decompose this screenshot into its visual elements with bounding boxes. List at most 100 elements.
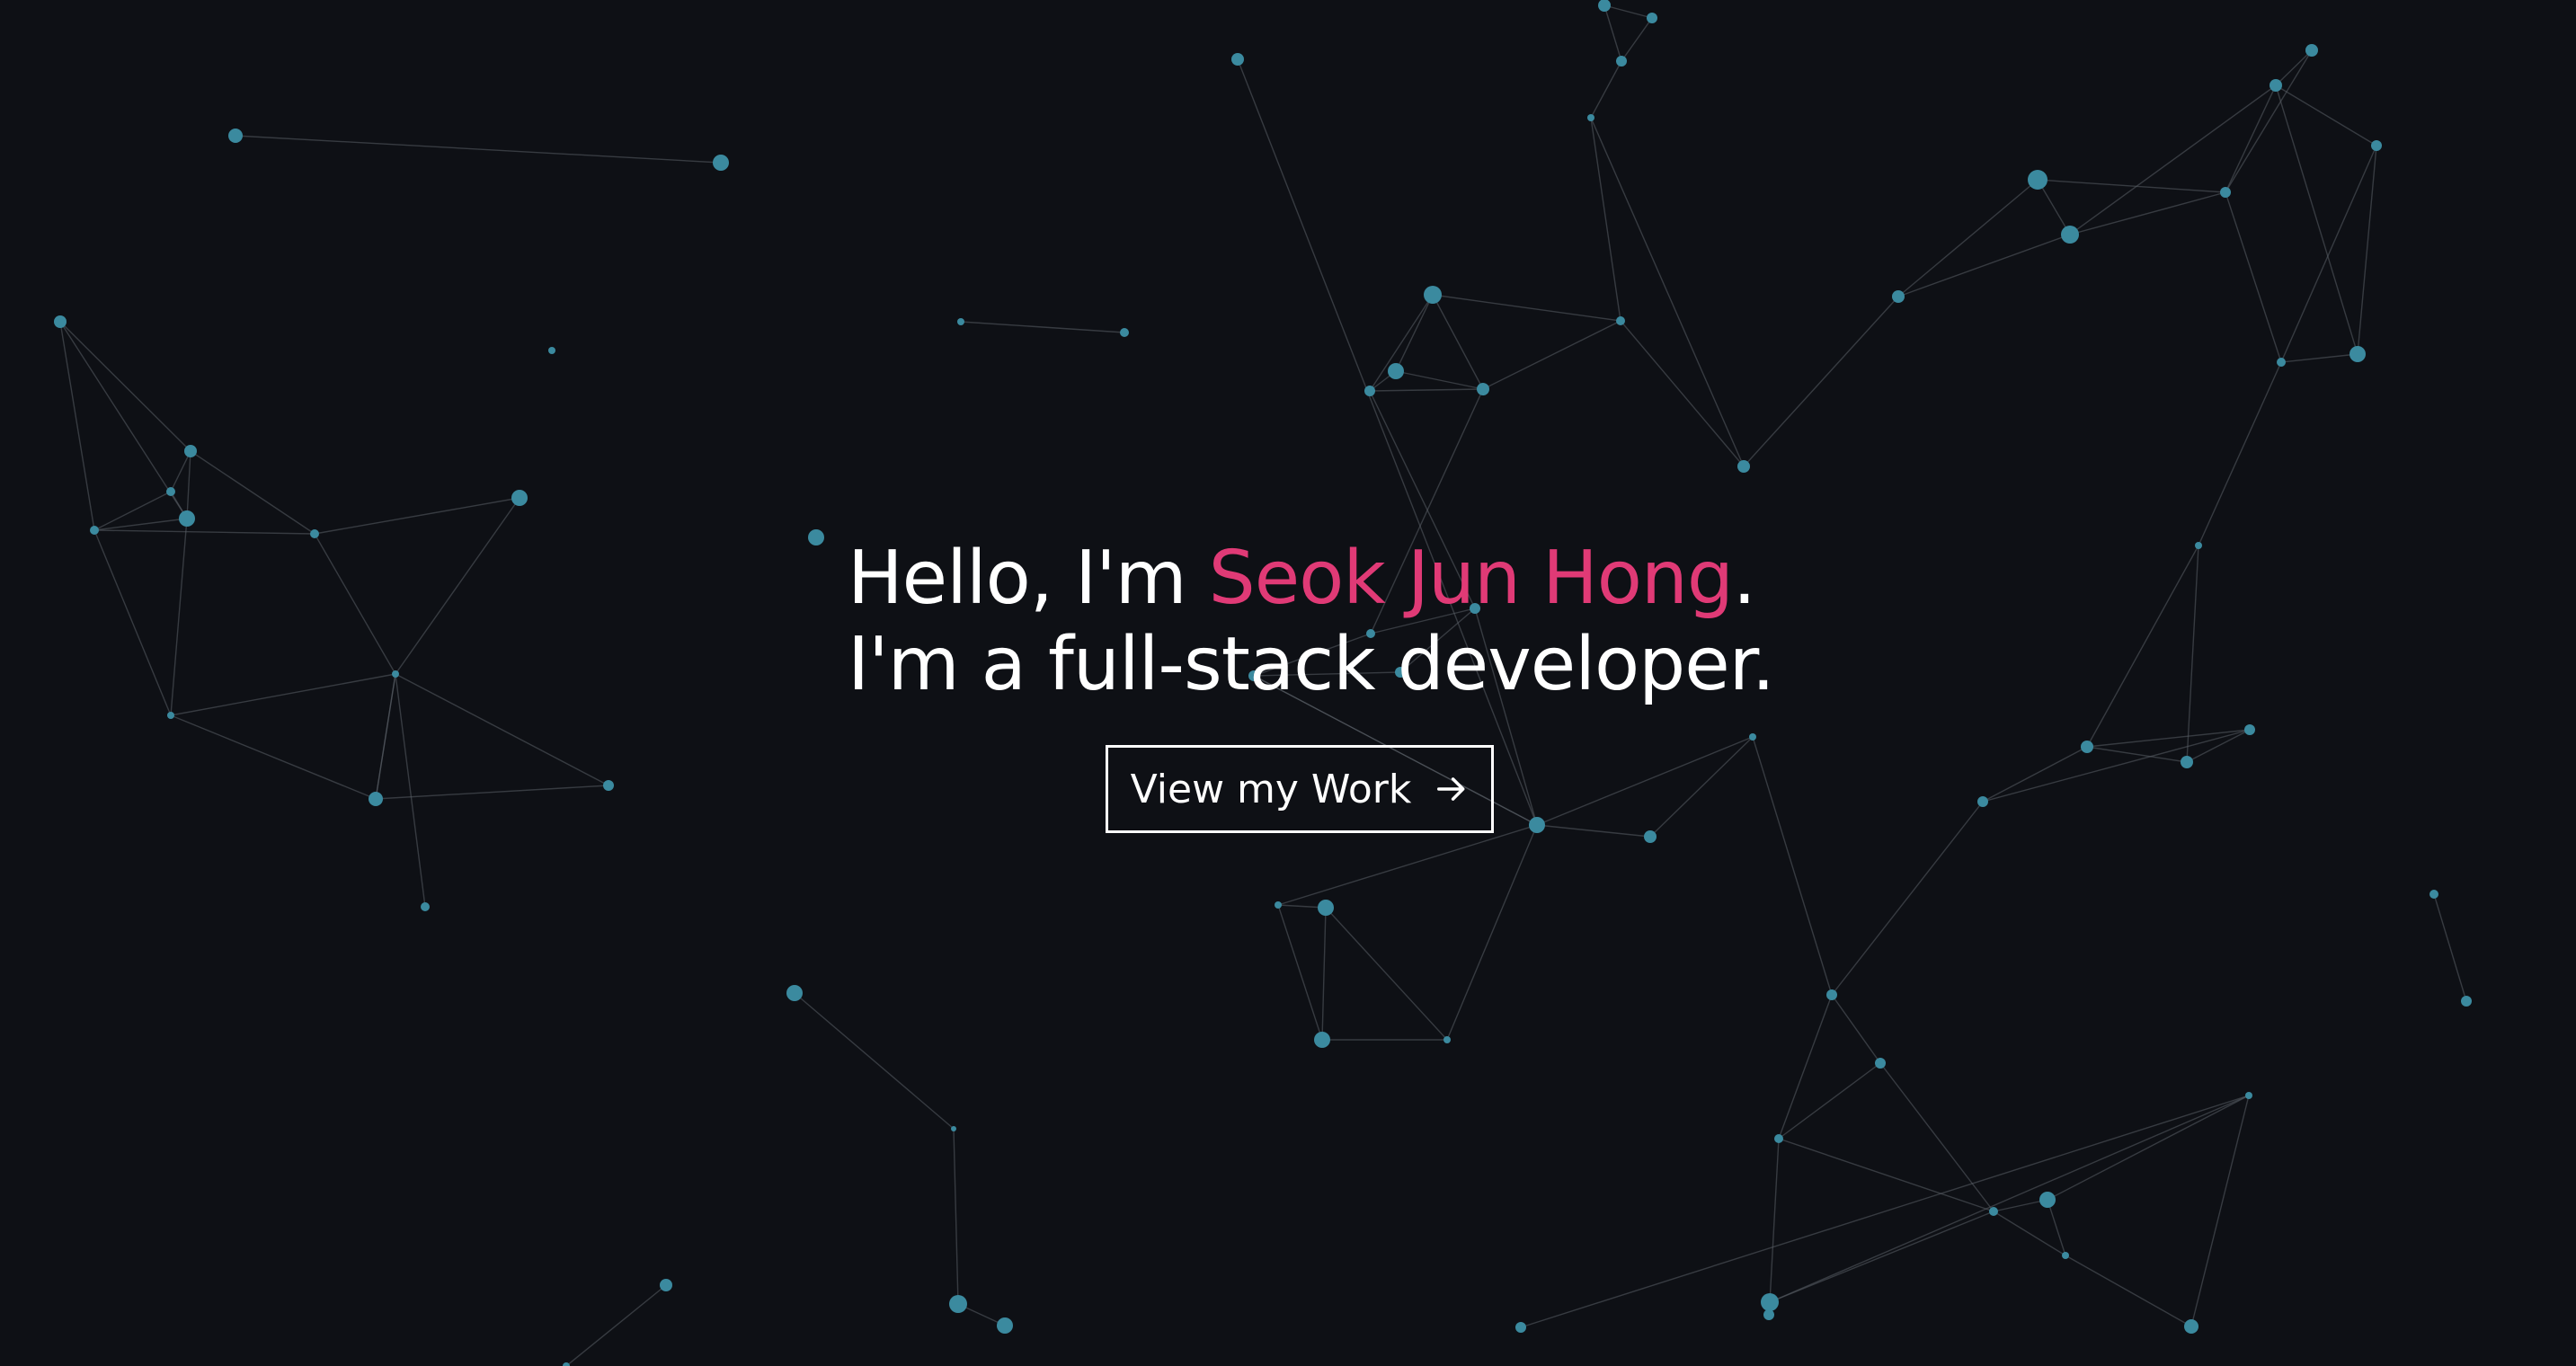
arrow-right-icon: [1437, 777, 1465, 801]
network-node: [1647, 13, 1657, 23]
network-link: [1482, 320, 1621, 390]
network-link: [93, 518, 188, 531]
network-node: [808, 529, 824, 546]
network-link: [2086, 545, 2199, 748]
network-link: [1603, 4, 1622, 62]
network-link: [186, 450, 191, 519]
network-node: [1977, 796, 1988, 807]
network-link: [1778, 994, 1833, 1140]
network-node: [2461, 996, 2472, 1007]
network-node: [1989, 1207, 1998, 1216]
network-link: [1325, 907, 1448, 1041]
network-link: [794, 992, 955, 1130]
network-node: [548, 347, 555, 354]
network-link: [1277, 824, 1538, 906]
network-node: [2349, 346, 2366, 362]
network-node: [228, 129, 243, 143]
network-node: [957, 318, 964, 325]
network-link: [1897, 179, 2039, 297]
greeting-line: Hello, I'm Seok Jun Hong.: [848, 536, 1774, 622]
network-link: [395, 673, 609, 786]
view-my-work-label: View my Work: [1130, 766, 1412, 812]
network-link: [2198, 361, 2282, 546]
network-link: [1620, 320, 1745, 467]
network-node: [1314, 1032, 1330, 1048]
network-link: [1369, 388, 1484, 392]
network-link: [1432, 294, 1484, 390]
network-node: [310, 529, 319, 538]
network-node: [2429, 890, 2438, 899]
network-node: [997, 1317, 1013, 1334]
network-link: [59, 321, 95, 531]
network-node: [2270, 79, 2282, 92]
network-node: [392, 670, 399, 678]
network-node: [2081, 741, 2093, 753]
network-link: [170, 714, 377, 800]
network-link: [2433, 893, 2467, 1002]
network-link: [1649, 736, 1754, 838]
network-node: [1774, 1134, 1783, 1143]
network-node: [1515, 1322, 1526, 1333]
network-node: [1892, 290, 1905, 303]
view-my-work-button[interactable]: View my Work: [1106, 745, 1494, 833]
network-node: [949, 1295, 967, 1313]
network-link: [2065, 1255, 2192, 1327]
network-node: [1443, 1036, 1451, 1043]
network-node: [1875, 1058, 1886, 1069]
network-link: [2357, 145, 2377, 355]
network-node: [660, 1279, 672, 1291]
network-node: [713, 155, 729, 171]
network-node: [1737, 460, 1750, 473]
network-link: [2225, 84, 2277, 193]
network-node: [369, 792, 383, 806]
hero-heading: Hello, I'm Seok Jun Hong. I'm a full-sta…: [848, 536, 1775, 708]
network-link: [1621, 17, 1653, 62]
network-link: [314, 497, 520, 535]
network-node: [184, 445, 197, 457]
network-link: [1982, 729, 2251, 803]
network-link: [1897, 234, 2071, 297]
network-node: [563, 1362, 570, 1366]
network-node: [1318, 900, 1334, 916]
network-node: [786, 985, 803, 1001]
network-node: [54, 315, 67, 328]
network-link: [565, 1284, 667, 1366]
network-link: [2086, 729, 2251, 748]
network-node: [1275, 901, 1282, 909]
network-link: [2047, 1095, 2250, 1201]
network-node: [2220, 187, 2231, 198]
network-node: [1477, 383, 1489, 395]
network-link: [1432, 294, 1621, 322]
network-link: [1778, 1062, 1881, 1140]
network-link: [1277, 904, 1323, 1041]
network-node: [2061, 226, 2079, 244]
network-node: [2305, 44, 2318, 57]
network-node: [1120, 328, 1129, 337]
network-link: [1590, 117, 1621, 322]
network-node: [2277, 358, 2286, 367]
network-link: [314, 533, 396, 675]
network-link: [170, 673, 396, 716]
network-node: [1424, 286, 1442, 304]
network-node: [2195, 542, 2202, 549]
network-node: [2181, 756, 2193, 768]
network-link: [1395, 294, 1434, 372]
tagline: I'm a full-stack developer.: [848, 622, 1775, 707]
network-link: [375, 673, 396, 800]
network-link: [1879, 1062, 1994, 1212]
network-node: [1616, 56, 1627, 67]
network-node: [511, 490, 528, 506]
network-node: [1616, 316, 1625, 325]
greeting-prefix: Hello, I'm: [848, 536, 1209, 621]
network-node: [2039, 1192, 2056, 1208]
network-node: [1761, 1293, 1779, 1311]
network-link: [170, 450, 191, 492]
network-link: [1446, 824, 1538, 1041]
network-link: [2186, 729, 2251, 763]
network-link: [1395, 370, 1484, 390]
network-node: [603, 780, 614, 791]
network-node: [951, 1126, 956, 1131]
network-link: [1993, 1211, 2066, 1256]
network-link: [2275, 84, 2358, 355]
network-link: [395, 673, 426, 908]
